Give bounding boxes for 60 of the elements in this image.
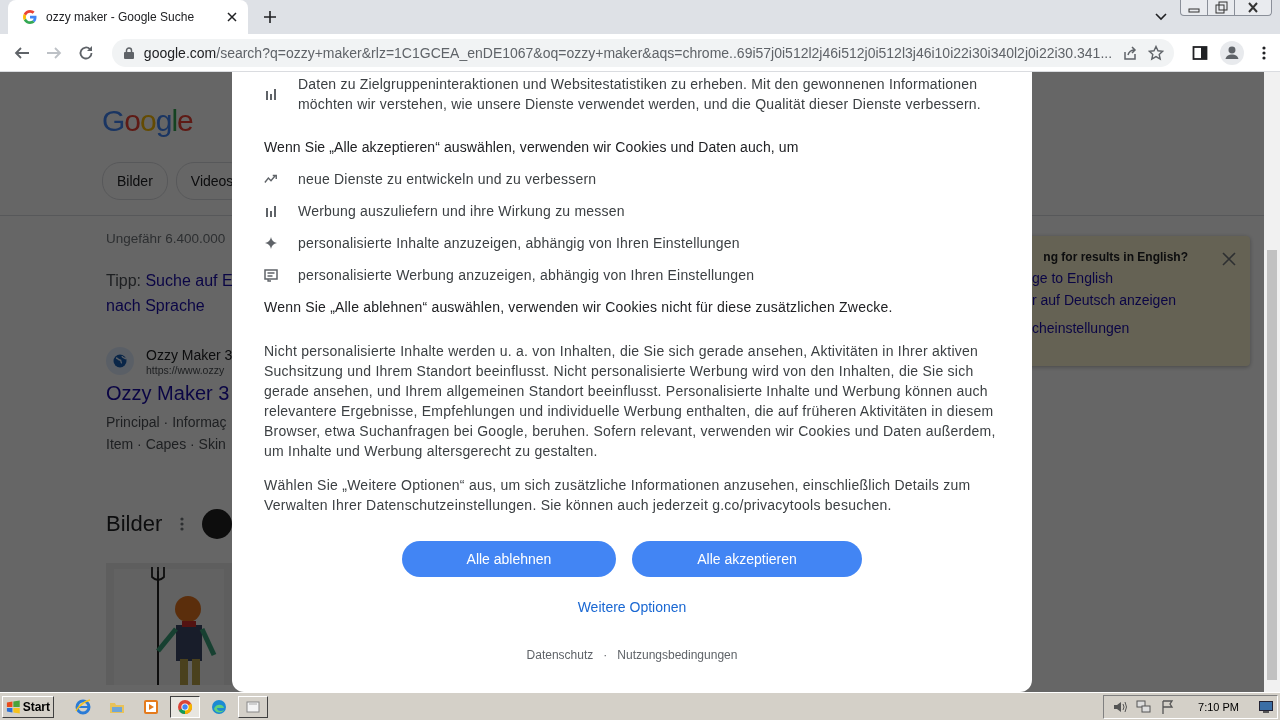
info-paragraph: Wählen Sie „Weitere Optionen“ aus, um sich zusätzliche Informationen anzusehen, einschließlich Details zum Verwalten Ihrer Datenschutzeinstellungen. Sie können auch jederzeit g.co/privacytools besuchen.	[264, 476, 972, 515]
card-title: ng for results in English?	[1043, 250, 1188, 264]
start-button[interactable]: Start	[2, 695, 54, 718]
reject-all-button[interactable]: Alle ablehnen	[402, 541, 616, 577]
card-link[interactable]: r auf Deutsch anzeigen	[1032, 292, 1238, 308]
side-panel-icon[interactable]	[1192, 44, 1209, 61]
tip-link[interactable]: Suche auf E	[145, 272, 233, 289]
purpose-item: neue Dienste zu entwickeln und zu verbessern	[298, 170, 597, 189]
address-bar[interactable]: google.com/search?q=ozzy+maker&rlz=1C1GCEA_enDE1067&oq=ozzy+maker&aqs=chrome..69i57j0i512l2j46i512j0i512l3j46i10i22i30i340l2j0i22i30.341...	[111, 38, 1175, 67]
sitelinks[interactable]: Item · Capes · Skin	[106, 433, 226, 455]
google-logo[interactable]: Google	[102, 104, 193, 140]
intro-text: Wenn Sie „Alle akzeptieren“ auswählen, verwenden wir Cookies und Daten auch, um	[264, 138, 800, 157]
edge-icon	[211, 698, 227, 715]
bar-chart-icon	[265, 205, 277, 217]
globe-icon	[106, 347, 134, 375]
sparkle-icon	[264, 236, 278, 250]
bar-chart-icon	[265, 88, 277, 100]
card-link[interactable]: cheinstellungen	[1032, 320, 1238, 336]
new-tab-icon[interactable]	[262, 9, 278, 25]
avatar-icon[interactable]	[202, 509, 233, 539]
network-icon[interactable]	[1136, 698, 1153, 715]
purpose-item: personalisierte Werbung anzuzeigen, abhängig von Ihren Einstellungen	[298, 266, 755, 285]
section-heading: Bilder	[106, 511, 163, 537]
taskbar-app[interactable]	[170, 695, 200, 718]
tip-label: Tipp:	[106, 272, 142, 289]
tip-link[interactable]: nach Sprache	[106, 297, 205, 314]
result-stats: Ungefähr 6.400.000	[106, 231, 226, 246]
windows-flag-icon	[6, 699, 21, 714]
scrollbar-thumb[interactable]	[1267, 250, 1277, 680]
account-icon[interactable]	[1220, 40, 1244, 65]
purpose-text: Daten zu Zielgruppeninteraktionen und Websitestatistiken zu erheben. Mit den gewonnenen Informationen möchten wir verstehen, wie unsere Dienste verwendet werden, und die Qualität dieser Dienste verbessern.	[298, 75, 982, 114]
sitelinks[interactable]: Principal · Informaç	[106, 411, 227, 433]
more-options-link[interactable]: Weitere Optionen	[577, 597, 687, 617]
share-icon[interactable]	[1122, 44, 1139, 61]
card-link[interactable]: ge to English	[1032, 270, 1238, 286]
list-box-icon	[264, 268, 278, 282]
purpose-item: personalisierte Inhalte anzuzeigen, abhängig von Ihren Einstellungen	[298, 234, 740, 253]
purpose-item: Werbung auszuliefern und ihre Wirkung zu messen	[298, 202, 625, 221]
window-icon	[245, 698, 261, 715]
star-icon[interactable]	[1148, 44, 1165, 61]
footer-link[interactable]: Nutzungsbedingungen	[617, 645, 738, 665]
separator-dot: ·	[603, 647, 608, 664]
site-name: Ozzy Maker 3	[146, 346, 233, 364]
chevron-down-icon[interactable]	[1154, 12, 1168, 22]
reject-note: Wenn Sie „Alle ablehnen“ auswählen, verwenden wir Cookies nicht für diese zusätzlichen Zwecke.	[264, 298, 894, 317]
info-paragraph: Nicht personalisierte Inhalte werden u. a. von Inhalten, die Sie sich gerade ansehen, Aktivitäten in Ihrer aktiven Suchsitzung und Ihrem Standort beeinflusst. Nicht personalisierte Werbung wird von den Inhalten, die Sie sich gerade ansehen, und Ihrem allgemeinen Standort beeinflusst. Personalisierte Inhalte und Werbung können auch relevantere Ergebnisse, Empfehlungen und individuelle Werbung enthalten, die auf früheren Aktivitäten in diesem Browser, etwa Suchanfragen bei Google, beruhen. Sofern relevant, verwenden wir Cookies und Daten außerdem, um Inhalte und Werbung altersgerecht zu gestalten.	[264, 342, 997, 461]
browser-tab[interactable]: ozzy maker - Google Suche	[8, 0, 248, 34]
accept-all-button[interactable]: Alle akzeptieren	[632, 541, 862, 577]
lock-icon	[123, 46, 134, 59]
result-title[interactable]: Ozzy Maker 3	[106, 382, 230, 405]
filter-chip[interactable]: Bilder	[102, 162, 168, 200]
trending-icon	[264, 173, 278, 185]
google-g-icon	[22, 9, 38, 25]
browser-e-icon	[75, 698, 91, 715]
media-player-icon	[143, 698, 159, 715]
chrome-icon	[177, 698, 193, 715]
desktop-icon[interactable]	[1259, 700, 1273, 713]
footer-link[interactable]: Datenschutz	[526, 645, 594, 665]
site-url: https://www.ozzy	[146, 364, 225, 376]
clock[interactable]: 7:10 PM	[1198, 700, 1239, 713]
